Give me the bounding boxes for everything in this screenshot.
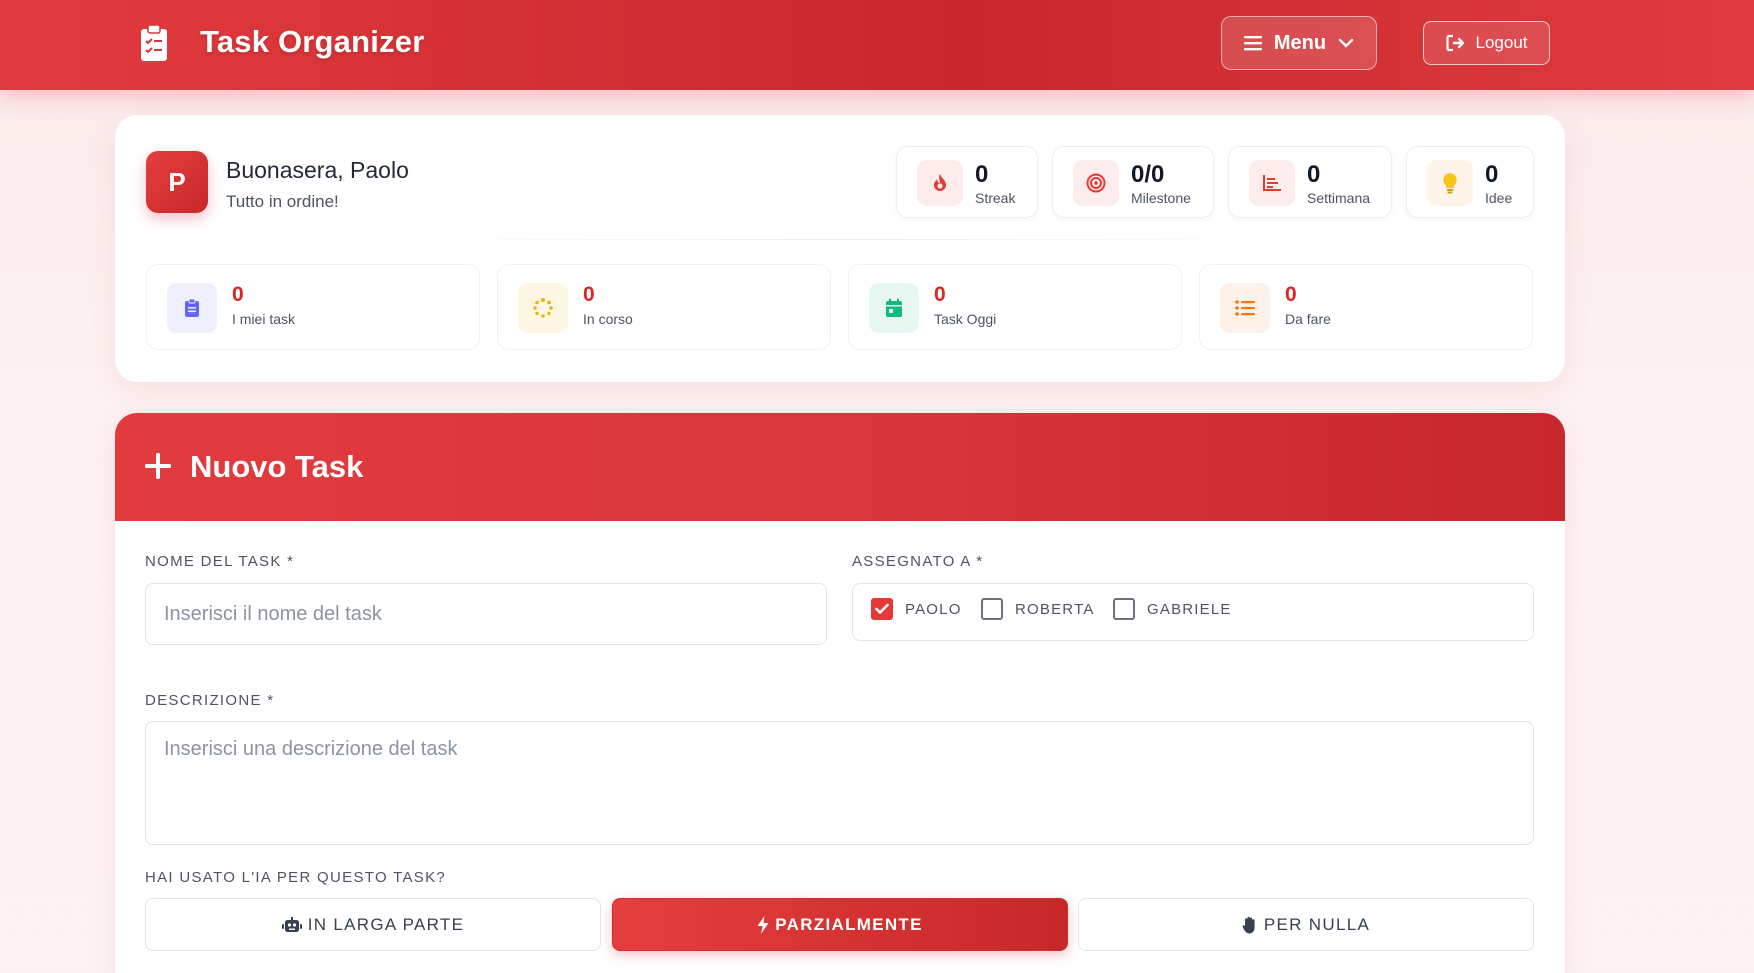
app-title[interactable]: Task Organizer: [200, 24, 424, 60]
chart-icon: [1249, 160, 1295, 206]
robot-icon: [281, 916, 302, 932]
task-stat-value: 0: [1285, 283, 1297, 306]
task-stat-label: Da fare: [1285, 311, 1331, 327]
dashboard-summary-card: P Buonasera, Paolo Tutto in ordine! 0 St…: [115, 115, 1565, 382]
task-stat-miei-task[interactable]: 0 I miei task: [146, 264, 480, 350]
stat-chip-milestone[interactable]: 0/0 Milestone: [1052, 146, 1214, 218]
stat-value: 0: [975, 161, 989, 188]
lightbulb-icon: [1427, 160, 1473, 206]
menu-button[interactable]: Menu: [1221, 16, 1377, 70]
task-name-input[interactable]: [145, 583, 827, 645]
ai-usage-label: HAI USATO L'IA PER QUESTO TASK?: [145, 869, 447, 886]
ai-option-parzialmente[interactable]: PARZIALMENTE: [612, 898, 1068, 951]
logout-icon: [1445, 34, 1464, 52]
stat-chip-idee[interactable]: 0 Idee: [1406, 146, 1534, 218]
description-label: DESCRIZIONE *: [145, 692, 275, 709]
assignee-option-paolo[interactable]: PAOLO: [871, 598, 962, 620]
list-icon: [1220, 283, 1270, 333]
assignee-label: ASSEGNATO A *: [852, 553, 984, 570]
task-name-label: NOME DEL TASK *: [145, 553, 295, 570]
chevron-down-icon: [1338, 38, 1354, 48]
task-stat-value: 0: [934, 283, 946, 306]
calendar-icon: [869, 283, 919, 333]
top-navbar: Task Organizer Menu Logout: [0, 0, 1754, 90]
ai-option-label: PER NULLA: [1263, 914, 1371, 934]
new-task-title: Nuovo Task: [190, 449, 364, 484]
target-icon: [1073, 160, 1119, 206]
stat-label: Idee: [1485, 190, 1513, 206]
ai-option-in-larga-parte[interactable]: IN LARGA PARTE: [145, 898, 601, 951]
task-stat-value: 0: [232, 283, 244, 306]
ai-option-label: PARZIALMENTE: [775, 914, 923, 934]
menu-label: Menu: [1273, 31, 1327, 54]
task-stat-label: Task Oggi: [934, 311, 997, 327]
assignee-name: GABRIELE: [1147, 600, 1232, 618]
bolt-icon: [757, 915, 769, 934]
task-stat-value: 0: [583, 283, 595, 306]
fire-icon: [917, 160, 963, 206]
logout-button[interactable]: Logout: [1423, 21, 1550, 65]
hamburger-icon: [1243, 36, 1262, 51]
clipboard-check-icon: [141, 24, 167, 61]
description-textarea[interactable]: [145, 721, 1534, 845]
divider: [405, 239, 1285, 240]
stat-chip-settimana[interactable]: 0 Settimana: [1228, 146, 1392, 218]
hand-icon: [1242, 916, 1255, 933]
checkmark-icon: [875, 603, 889, 614]
stat-value: 0: [1307, 161, 1321, 188]
new-task-header: Nuovo Task: [115, 413, 1565, 521]
stat-chip-streak[interactable]: 0 Streak: [896, 146, 1038, 218]
ai-option-per-nulla[interactable]: PER NULLA: [1078, 898, 1534, 951]
stat-value: 0/0: [1131, 161, 1165, 188]
stat-label: Milestone: [1131, 190, 1191, 206]
checkbox[interactable]: [871, 598, 893, 620]
greeting-text: Buonasera, Paolo: [226, 157, 409, 183]
task-stat-da-fare[interactable]: 0 Da fare: [1199, 264, 1533, 350]
assignee-name: PAOLO: [905, 600, 962, 618]
logout-label: Logout: [1475, 33, 1528, 52]
task-stat-in-corso[interactable]: 0 In corso: [497, 264, 831, 350]
stat-label: Settimana: [1307, 190, 1371, 206]
spinner-icon: [518, 283, 568, 333]
assignee-option-gabriele[interactable]: GABRIELE: [1113, 598, 1232, 620]
assignee-group: PAOLO ROBERTA GABRIELE: [852, 583, 1534, 641]
avatar: P: [146, 151, 208, 213]
plus-icon: [145, 453, 171, 479]
task-stat-label: In corso: [583, 311, 633, 327]
stat-value: 0: [1485, 161, 1499, 188]
assignee-option-roberta[interactable]: ROBERTA: [981, 598, 1095, 620]
checkbox[interactable]: [1113, 598, 1135, 620]
checkbox[interactable]: [981, 598, 1003, 620]
status-text: Tutto in ordine!: [226, 192, 339, 211]
clipboard-icon: [167, 283, 217, 333]
new-task-card: Nuovo Task NOME DEL TASK * ASSEGNATO A *…: [115, 413, 1565, 973]
ai-option-label: IN LARGA PARTE: [307, 914, 465, 934]
task-stat-task-oggi[interactable]: 0 Task Oggi: [848, 264, 1182, 350]
assignee-name: ROBERTA: [1015, 600, 1095, 618]
task-stat-label: I miei task: [232, 311, 296, 327]
stat-label: Streak: [975, 190, 1016, 206]
